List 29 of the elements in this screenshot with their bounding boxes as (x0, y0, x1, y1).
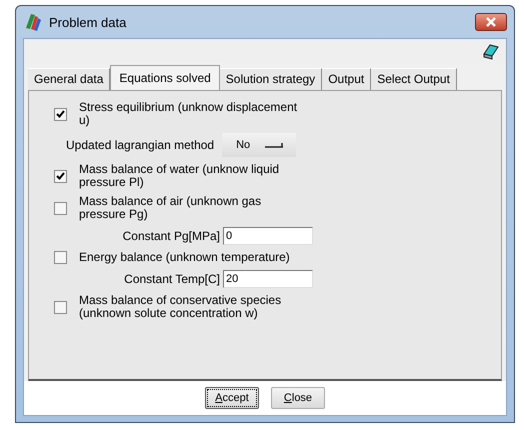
checkbox[interactable] (54, 170, 67, 182)
checkbox[interactable] (54, 108, 67, 120)
tab[interactable]: General data (28, 68, 110, 90)
dash-icon (264, 141, 284, 149)
window-title: Problem data (49, 14, 128, 30)
app-logo-icon (23, 12, 43, 32)
dropdown-button[interactable]: No (222, 133, 296, 157)
checkbox-label: Stress equilibrium (unknow displacement u) (79, 101, 298, 127)
close-button[interactable] (475, 13, 507, 31)
input-field[interactable]: 20 (223, 270, 313, 288)
checkbox[interactable] (54, 300, 67, 314)
checkbox-label: Mass balance of water (unknow liquid pressure Pl) (79, 163, 280, 189)
field-label: Constant Temp[C] (123, 272, 220, 286)
checkbox[interactable] (54, 202, 67, 214)
checkbox-label: Energy balance (unknown temperature) (79, 251, 291, 264)
accept-button[interactable]: Accept (205, 387, 259, 409)
tab[interactable]: Output (322, 68, 372, 90)
checkbox[interactable] (54, 251, 67, 264)
dropdown-label: Updated lagrangian method (66, 138, 214, 152)
field-label: Constant Pg[MPa] (122, 229, 220, 243)
tab[interactable]: Equations solved (110, 65, 220, 90)
tab[interactable]: Solution strategy (220, 68, 322, 90)
tab[interactable]: Select Output (371, 68, 457, 90)
checkbox-label: Mass balance of air (unknown gas pressure Pg) (79, 195, 262, 221)
close-dialog-button[interactable]: Close (271, 387, 325, 409)
eraser-icon[interactable] (482, 42, 500, 60)
checkbox-label: Mass balance of conservative species (unknown solute concentration w) (79, 294, 282, 320)
input-field[interactable]: 0 (223, 227, 313, 245)
close-icon (485, 17, 497, 27)
